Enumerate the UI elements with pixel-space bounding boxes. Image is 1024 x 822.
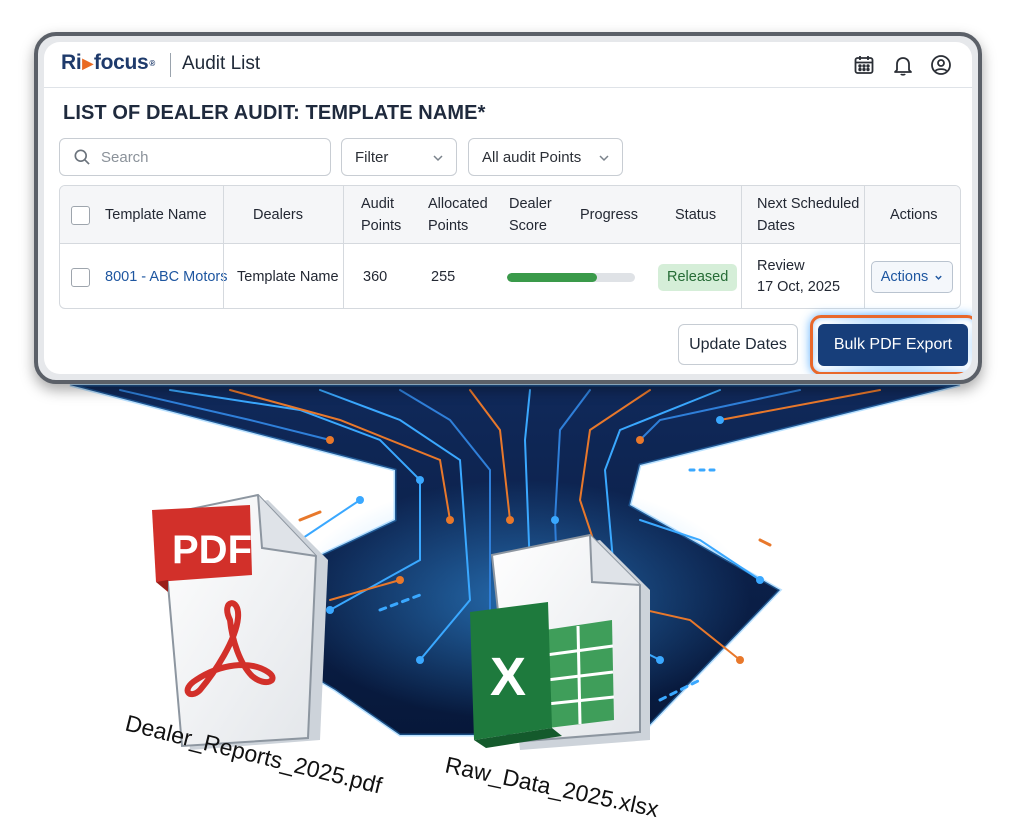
row-status: Released xyxy=(658,244,738,308)
search-box[interactable] xyxy=(59,138,331,176)
row-actions-label: Actions xyxy=(880,269,929,285)
audit-points-dropdown-label: All audit Points xyxy=(482,148,582,166)
logo-play-icon: ▶ xyxy=(82,54,93,71)
logo-registered-mark: ® xyxy=(149,58,155,68)
app-window-frame: Ri ▶ focus ® Audit List LIST OF DEALER A… xyxy=(34,32,982,384)
xlsx-filename: Raw_Data_2025.xlsx xyxy=(443,751,661,822)
search-input[interactable] xyxy=(101,148,301,166)
col-dealer-score-line2: Score xyxy=(509,218,547,234)
logo-text-right: focus xyxy=(93,51,149,74)
filter-dropdown[interactable]: Filter xyxy=(341,138,457,176)
col-next-scheduled-line1: Next Scheduled xyxy=(757,196,860,212)
update-dates-button[interactable]: Update Dates xyxy=(678,324,798,365)
column-divider xyxy=(223,186,224,244)
audit-points-dropdown[interactable]: All audit Points xyxy=(468,138,623,176)
column-divider xyxy=(343,186,344,244)
col-audit-points-line2: Points xyxy=(361,218,402,234)
audit-table: Template Name Dealers Audit Points Alloc… xyxy=(59,185,961,309)
status-badge: Released xyxy=(658,263,738,291)
col-status[interactable]: Status xyxy=(675,186,716,244)
logo-divider xyxy=(170,53,171,77)
select-all-checkbox[interactable] xyxy=(71,186,90,244)
logo-text-left: Ri xyxy=(61,51,82,74)
user-circle-icon[interactable] xyxy=(929,53,953,77)
calendar-icon[interactable] xyxy=(852,53,876,77)
column-divider xyxy=(864,186,865,244)
col-dealer-score[interactable]: Dealer Score xyxy=(509,186,552,244)
col-progress[interactable]: Progress xyxy=(580,186,638,244)
row-next-scheduled-date: 17 Oct, 2025 xyxy=(757,279,841,295)
col-allocated-points-line2: Points xyxy=(428,218,469,234)
bell-icon[interactable] xyxy=(891,53,915,77)
row-template-name-link[interactable]: 8001 - ABC Motors xyxy=(105,244,228,308)
col-allocated-points[interactable]: Allocated Points xyxy=(428,186,488,244)
pdf-badge-text: PDF xyxy=(172,528,252,572)
filter-dropdown-label: Filter xyxy=(355,148,389,166)
top-bar: Ri ▶ focus ® Audit List xyxy=(44,42,972,88)
column-divider xyxy=(741,244,742,308)
col-dealers[interactable]: Dealers xyxy=(253,186,303,244)
col-audit-points[interactable]: Audit Points xyxy=(361,186,401,244)
col-allocated-points-line1: Allocated xyxy=(428,196,488,212)
col-next-scheduled[interactable]: Next Scheduled Dates xyxy=(757,186,859,244)
col-dealer-score-line1: Dealer xyxy=(509,196,552,212)
row-actions: Actions xyxy=(871,244,953,308)
col-audit-points-line1: Audit xyxy=(361,196,395,212)
row-actions-button[interactable]: Actions xyxy=(871,261,953,293)
app-window: Ri ▶ focus ® Audit List LIST OF DEALER A… xyxy=(44,42,972,374)
chevron-down-icon xyxy=(599,155,609,162)
excel-letter: X xyxy=(490,647,526,707)
row-checkbox[interactable] xyxy=(71,244,90,308)
column-divider xyxy=(741,186,742,244)
row-allocated-points: 255 xyxy=(431,268,456,285)
row-progress-bar xyxy=(507,244,635,308)
column-divider xyxy=(864,244,865,308)
row-next-scheduled: Review 17 Oct, 2025 xyxy=(757,244,841,308)
column-divider xyxy=(343,244,344,308)
bulk-pdf-export-button[interactable]: Bulk PDF Export xyxy=(818,324,968,366)
col-next-scheduled-line2: Dates xyxy=(757,218,795,234)
progress-track xyxy=(507,272,635,282)
col-template-name[interactable]: Template Name xyxy=(105,186,207,244)
col-actions: Actions xyxy=(890,207,938,223)
row-audit-points: 360 xyxy=(363,268,388,285)
page-heading: LIST OF DEALER AUDIT: TEMPLATE NAME* xyxy=(63,102,486,124)
app-logo[interactable]: Ri ▶ focus ® xyxy=(61,51,155,75)
chevron-down-icon xyxy=(433,155,443,162)
chevron-down-icon xyxy=(935,275,942,280)
row-next-scheduled-type: Review xyxy=(757,258,805,274)
progress-fill xyxy=(507,272,597,282)
table-header: Template Name Dealers Audit Points Alloc… xyxy=(60,186,960,244)
page-name: Audit List xyxy=(182,53,261,74)
search-icon xyxy=(74,149,90,165)
row-dealers: Template Name xyxy=(237,268,339,285)
excel-file-icon xyxy=(470,533,650,750)
column-divider xyxy=(223,244,224,308)
